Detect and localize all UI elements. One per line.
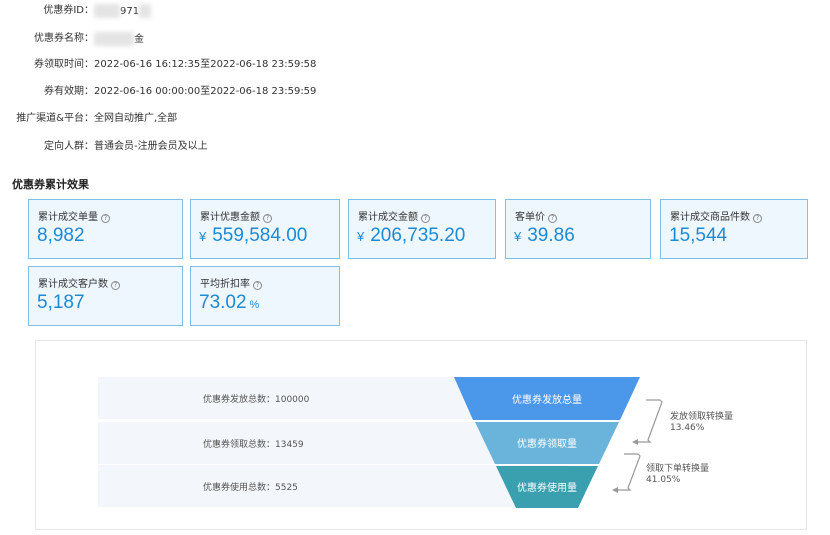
help-circle-icon[interactable]: ?: [101, 214, 110, 223]
stat-card-label: 累计成交商品件数?: [670, 208, 762, 223]
currency-symbol: ¥: [357, 229, 365, 244]
conversion-claim-to-order: 领取下单转换量 41.05%: [646, 464, 709, 486]
stat-number: 39.86: [527, 225, 575, 246]
stat-number: 206,735.20: [370, 225, 466, 246]
stat-card-label: 平均折扣率?: [200, 275, 262, 290]
conversion-issue-to-claim: 发放领取转换量 13.46%: [670, 412, 733, 434]
conversion-bracket-2: [614, 453, 641, 491]
funnel-stage-label: 优惠券领取量: [517, 437, 577, 450]
coupon-name-value: 金: [94, 32, 144, 47]
audience-value: 普通会员-注册会员及以上: [94, 141, 208, 152]
stat-card: 累计优惠金额? ¥559,584.00: [190, 199, 340, 259]
stat-card-value: ¥39.86: [514, 225, 575, 247]
claim-time-value: 2022-06-16 16:12:35至2022-06-18 23:59:58: [94, 59, 317, 70]
channel-label: 推广渠道&平台：: [16, 113, 94, 124]
section-title: 优惠券累计效果: [12, 178, 89, 191]
valid-period-label: 券有效期：: [44, 86, 94, 97]
help-circle-icon[interactable]: ?: [253, 281, 262, 290]
audience-label: 定向人群：: [44, 141, 94, 152]
redacted-block: [94, 32, 134, 46]
conversion-name: 发放领取转换量: [670, 412, 734, 422]
stat-card: 平均折扣率? 73.02%: [190, 266, 340, 326]
funnel-panel: 优惠券发放总数：100000 优惠券领取总数：13459 优惠券使用总数：552…: [35, 340, 807, 530]
stat-card-label-text: 累计成交单量: [38, 212, 98, 223]
stat-card-value: ¥559,584.00: [199, 225, 307, 247]
stat-number: 5,187: [37, 292, 85, 313]
conversion-bracket-1-arrow: [632, 439, 638, 445]
stat-card: 累计成交客户数? 5,187: [28, 266, 183, 326]
stat-card-label-text: 平均折扣率: [200, 279, 250, 290]
coupon-id-text: 971: [120, 6, 140, 17]
unit-symbol: %: [249, 299, 260, 311]
conversion-bracket-1: [634, 399, 663, 443]
conversion-bracket-2-arrow: [612, 487, 618, 493]
stat-card-value: 15,544: [669, 225, 727, 247]
stat-card-label: 累计成交单量?: [38, 208, 110, 223]
claim-time-label: 券领取时间：: [34, 59, 94, 70]
stat-card-label-text: 累计成交商品件数: [670, 212, 750, 223]
stat-card: 累计成交单量? 8,982: [28, 199, 183, 259]
stat-card: 累计成交金额? ¥206,735.20: [348, 199, 496, 259]
funnel-stage-label: 优惠券发放总量: [512, 393, 582, 406]
stat-card-label: 累计成交金额?: [358, 208, 430, 223]
valid-period-value: 2022-06-16 00:00:00至2022-06-18 23:59:59: [94, 86, 317, 97]
currency-symbol: ¥: [199, 229, 207, 244]
stat-number: 73.02: [199, 292, 247, 313]
stat-card-label-text: 累计优惠金额: [200, 212, 260, 223]
help-circle-icon[interactable]: ?: [421, 214, 430, 223]
currency-symbol: ¥: [514, 229, 522, 244]
coupon-name-label: 优惠券名称：: [34, 33, 94, 44]
stat-number: 15,544: [669, 225, 728, 246]
redacted-block: [94, 4, 120, 18]
help-circle-icon[interactable]: ?: [263, 214, 272, 223]
stat-card-value: ¥206,735.20: [357, 225, 465, 247]
stat-card: 累计成交商品件数? 15,544: [660, 199, 808, 259]
conversion-value: 13.46%: [670, 423, 705, 433]
help-circle-icon[interactable]: ?: [753, 214, 762, 223]
stat-card-label: 累计优惠金额?: [200, 208, 272, 223]
coupon-id-label: 优惠券ID：: [43, 5, 94, 16]
help-circle-icon[interactable]: ?: [548, 214, 557, 223]
stat-number: 559,584.00: [212, 225, 308, 246]
stat-card-value: 5,187: [37, 292, 85, 314]
coupon-id-value: 971: [94, 4, 152, 19]
stat-card-label: 客单价?: [515, 208, 557, 223]
stat-card-value: 73.02%: [199, 292, 259, 314]
channel-value: 全网自动推广,全部: [94, 113, 178, 124]
stat-card-label-text: 累计成交金额: [358, 212, 418, 223]
funnel-stage-label: 优惠券使用量: [517, 481, 577, 494]
conversion-value: 41.05%: [646, 475, 681, 485]
coupon-name-text: 金: [134, 34, 144, 45]
conversion-name: 领取下单转换量: [646, 464, 710, 474]
stat-card: 客单价? ¥39.86: [505, 199, 651, 259]
stat-card-label-text: 客单价: [515, 212, 545, 223]
funnel-chart: 优惠券发放总量 优惠券领取量 优惠券使用量: [454, 377, 663, 508]
help-circle-icon[interactable]: ?: [111, 281, 120, 290]
stat-card-label: 累计成交客户数?: [38, 275, 120, 290]
stat-card-value: 8,982: [37, 225, 85, 247]
stat-number: 8,982: [37, 225, 85, 246]
redacted-block: [139, 4, 152, 18]
stat-card-label-text: 累计成交客户数: [38, 279, 108, 290]
